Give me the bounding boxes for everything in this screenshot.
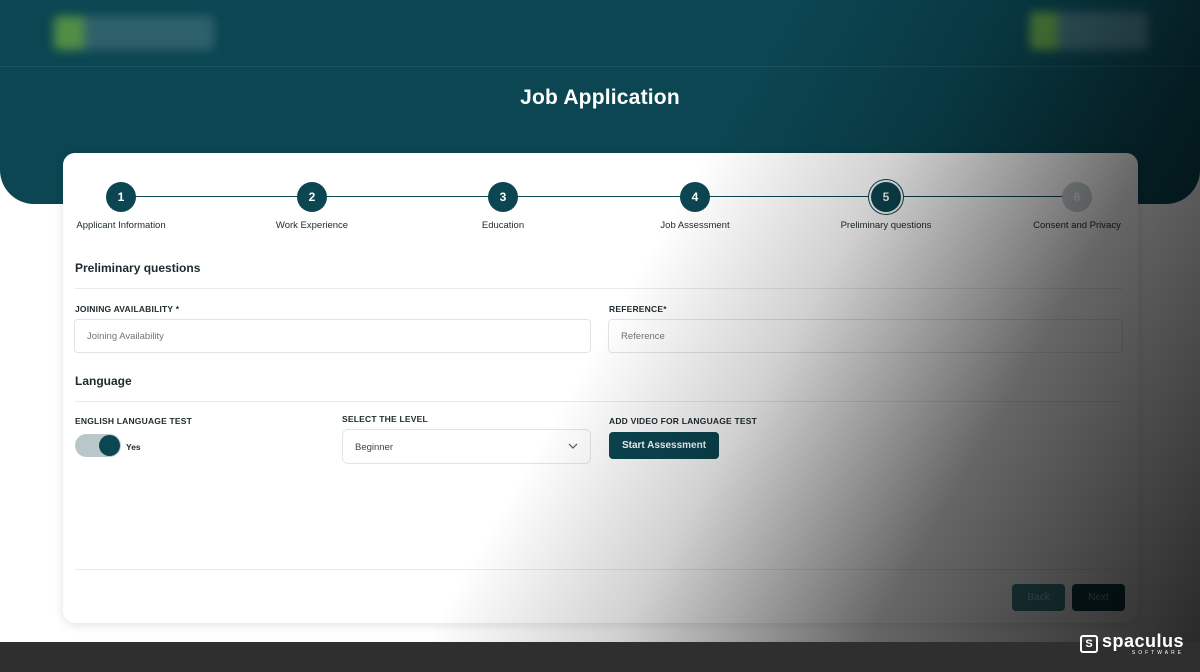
brand-name: spaculus (1102, 631, 1185, 651)
start-assessment-button[interactable]: Start Assessment (609, 432, 719, 459)
step-education[interactable]: 3 Education (438, 182, 568, 231)
step-consent-and-privacy[interactable]: 6 Consent and Privacy (1012, 182, 1138, 231)
joining-availability-input[interactable] (74, 319, 591, 353)
section-divider (75, 401, 1123, 402)
next-button[interactable]: Next (1072, 584, 1125, 611)
section-title-language: Language (75, 374, 132, 388)
step-applicant-information[interactable]: 1 Applicant Information (63, 182, 186, 231)
chevron-down-icon (568, 443, 578, 449)
section-title-preliminary: Preliminary questions (75, 261, 201, 275)
user-menu-blurred[interactable] (1030, 12, 1148, 50)
step-label: Job Assessment (660, 220, 730, 231)
company-logo-blurred[interactable] (54, 16, 214, 50)
english-test-toggle[interactable] (75, 434, 121, 457)
section-divider (75, 288, 1123, 289)
step-work-experience[interactable]: 2 Work Experience (247, 182, 377, 231)
level-select[interactable]: Beginner (342, 429, 591, 464)
toggle-knob (99, 435, 120, 456)
step-label: Applicant Information (76, 220, 166, 231)
select-level-label: SELECT THE LEVEL (342, 414, 428, 424)
step-number-badge: 3 (488, 182, 518, 212)
step-job-assessment[interactable]: 4 Job Assessment (630, 182, 760, 231)
step-label: Work Experience (275, 220, 349, 231)
joining-availability-label: JOINING AVAILABILITY * (75, 304, 180, 314)
video-test-label: ADD VIDEO FOR LANGUAGE TEST (609, 416, 758, 426)
top-navigation-bar (0, 0, 1200, 67)
brand-watermark: S spaculus SOFTWARE (1080, 630, 1184, 658)
page-title: Job Application (520, 86, 680, 109)
step-number-badge: 1 (106, 182, 136, 212)
brand-tagline: SOFTWARE (1131, 650, 1185, 656)
step-number-badge: 4 (680, 182, 710, 212)
level-select-value: Beginner (355, 442, 394, 453)
application-form-card: 1 Applicant Information 2 Work Experienc… (63, 153, 1138, 623)
footer-divider (75, 569, 1123, 570)
step-label: Education (481, 220, 525, 231)
reference-label: REFERENCE* (609, 304, 667, 314)
bottom-bar (0, 642, 1200, 672)
spaculus-logo-icon: S (1080, 635, 1098, 653)
step-preliminary-questions[interactable]: 5 Preliminary questions (821, 182, 951, 231)
step-number-badge: 5 (871, 182, 901, 212)
step-number-badge: 2 (297, 182, 327, 212)
reference-input[interactable] (608, 319, 1123, 353)
step-label: Consent and Privacy (1033, 220, 1121, 231)
english-test-label: ENGLISH LANGUAGE TEST (75, 416, 193, 426)
back-button[interactable]: Back (1012, 584, 1065, 611)
toggle-state-label: Yes (126, 442, 141, 452)
step-number-badge: 6 (1062, 182, 1092, 212)
step-label: Preliminary questions (840, 220, 932, 231)
